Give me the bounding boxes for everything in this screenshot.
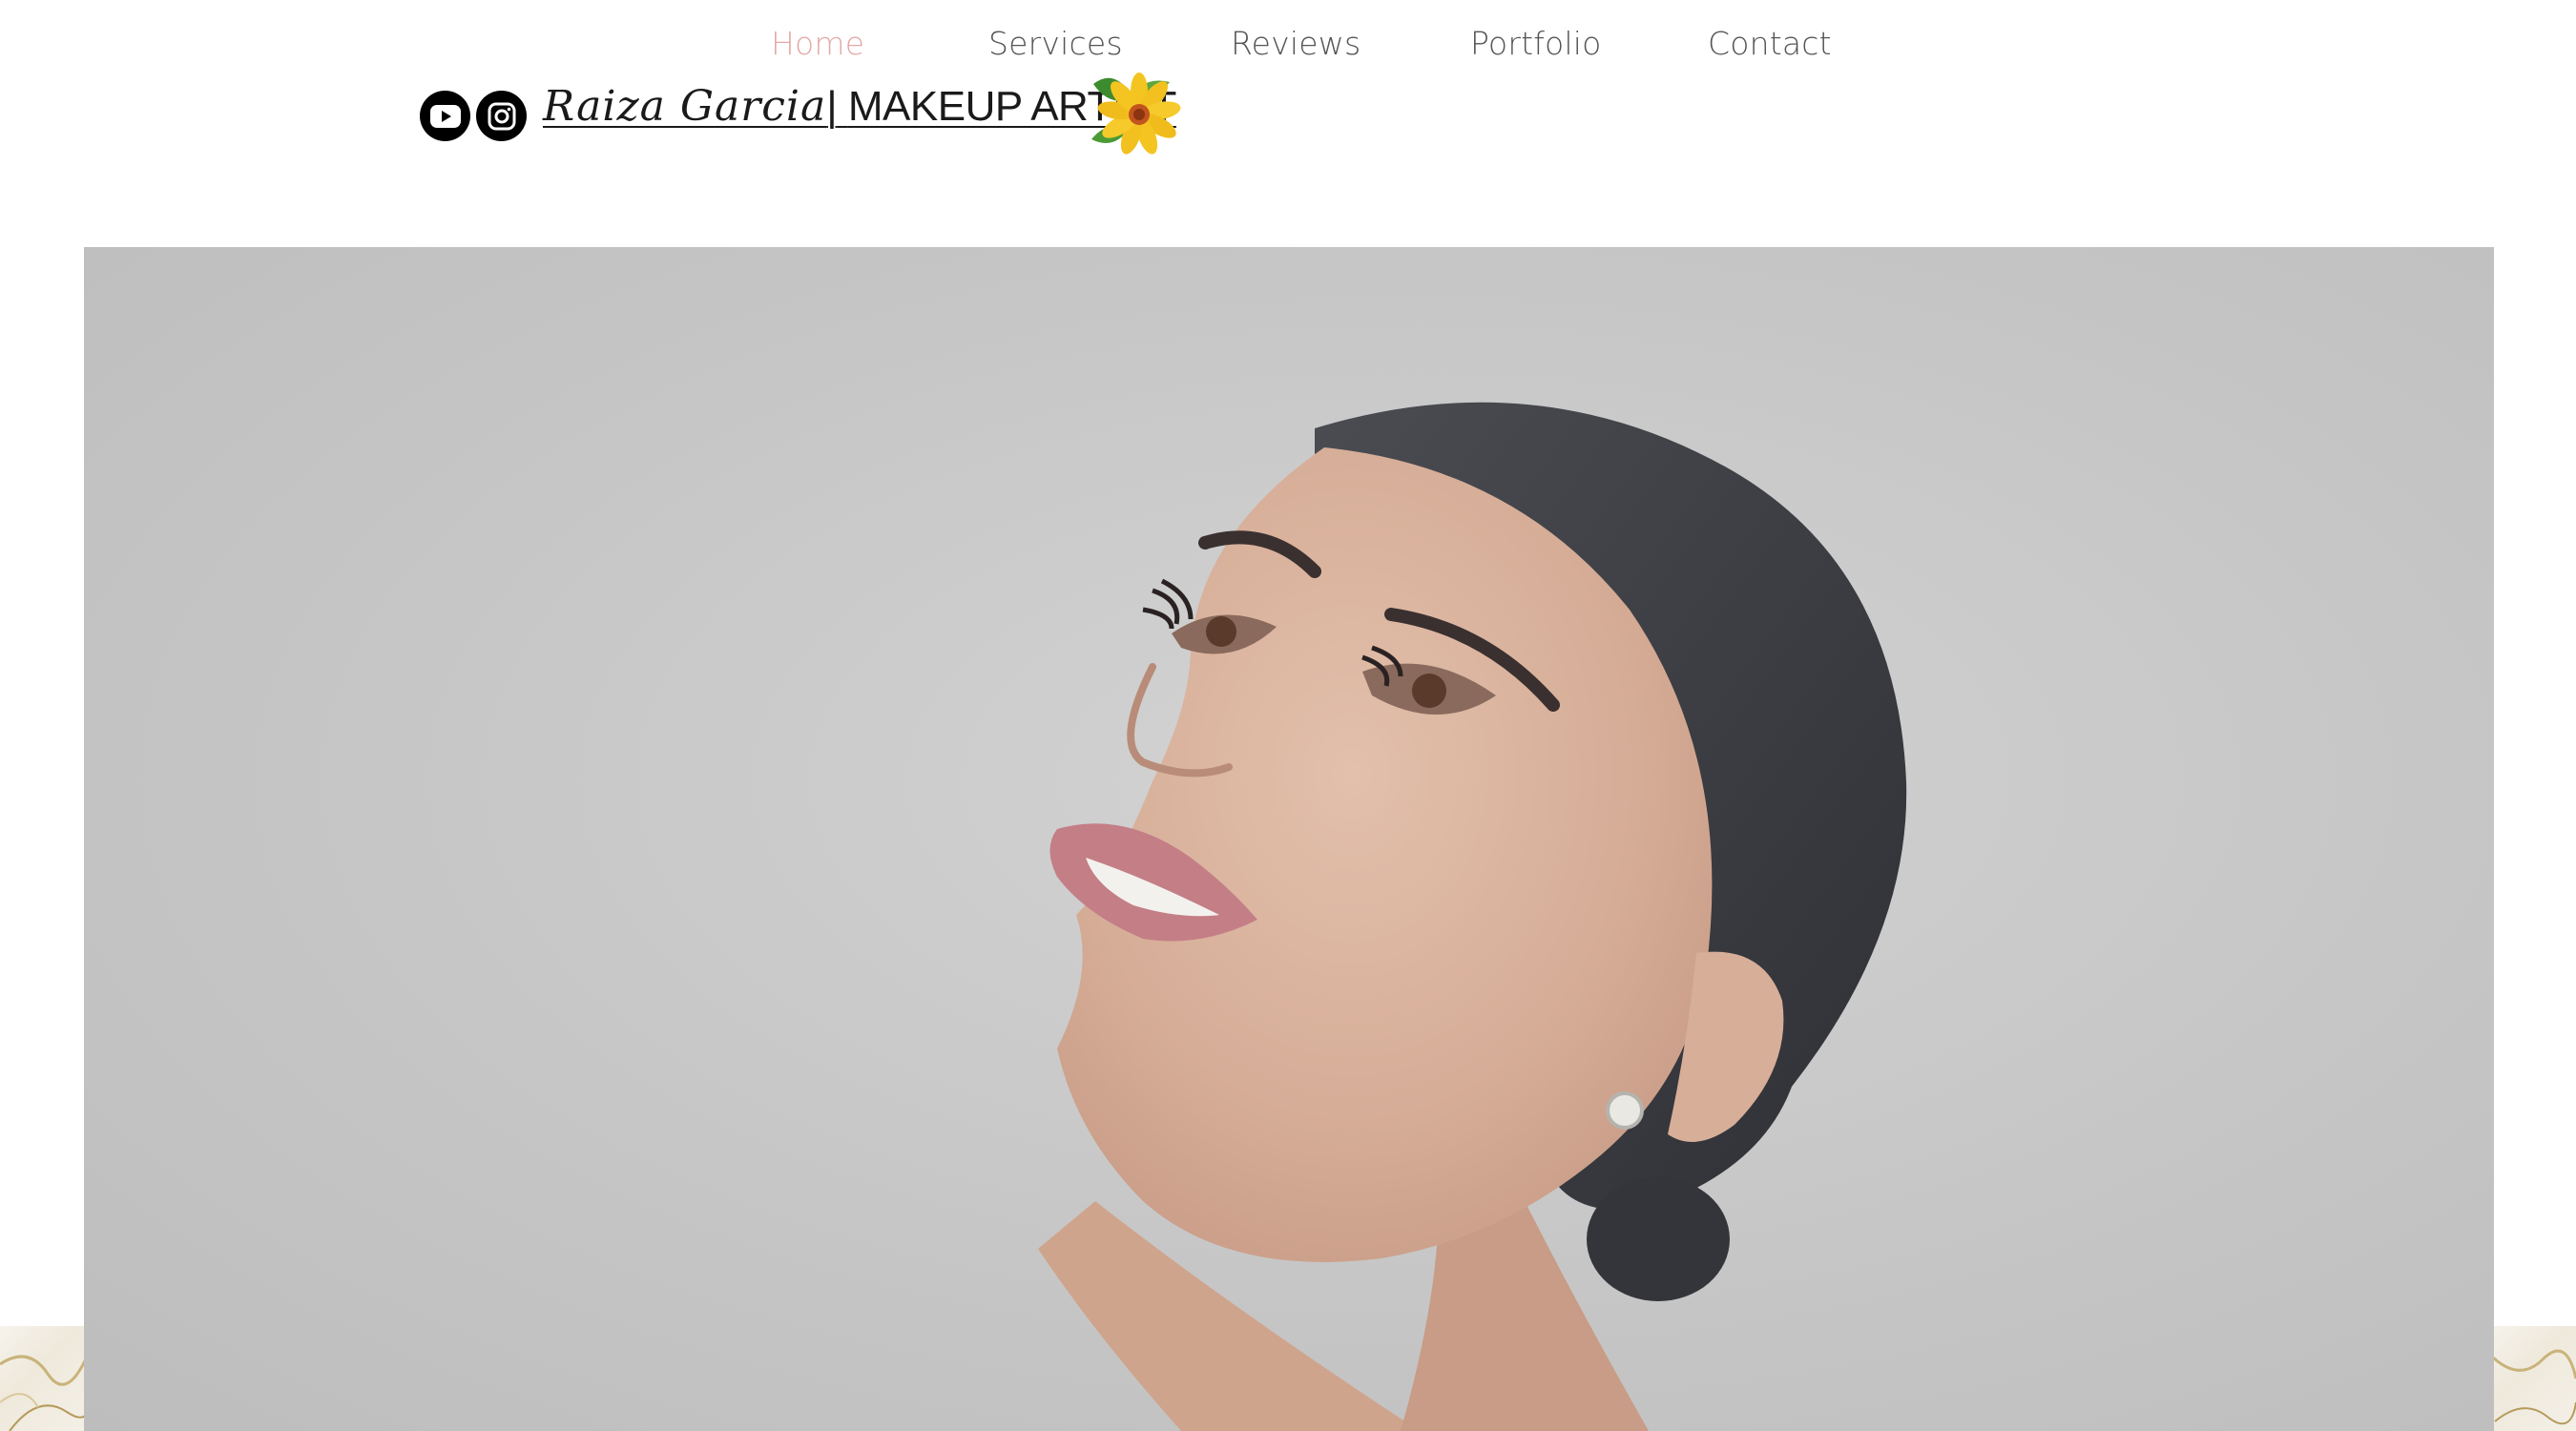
- page: Home Services Reviews Portfolio Contact …: [0, 0, 2576, 1431]
- brand-separator: |: [826, 83, 838, 130]
- instagram-icon[interactable]: [476, 91, 527, 141]
- marble-background-right: [2490, 1326, 2576, 1431]
- brand-link[interactable]: Raiza Garcia| MAKEUP ARTIST: [543, 82, 1176, 149]
- brand-name: Raiza Garcia: [543, 82, 827, 131]
- yellow-flower-icon: [1088, 65, 1185, 158]
- nav-item-portfolio[interactable]: Portfolio: [1470, 17, 1602, 71]
- portrait-illustration: [1038, 402, 1907, 1431]
- nav-item-contact[interactable]: Contact: [1708, 17, 1832, 71]
- nav-item-home[interactable]: Home: [771, 17, 864, 71]
- marble-background-left: [0, 1326, 88, 1431]
- youtube-icon[interactable]: [420, 91, 470, 141]
- hero-image: [84, 247, 2494, 1431]
- main-nav: Home Services Reviews Portfolio Contact: [0, 17, 2576, 71]
- nav-item-reviews[interactable]: Reviews: [1231, 17, 1361, 71]
- nav-item-services[interactable]: Services: [988, 17, 1123, 71]
